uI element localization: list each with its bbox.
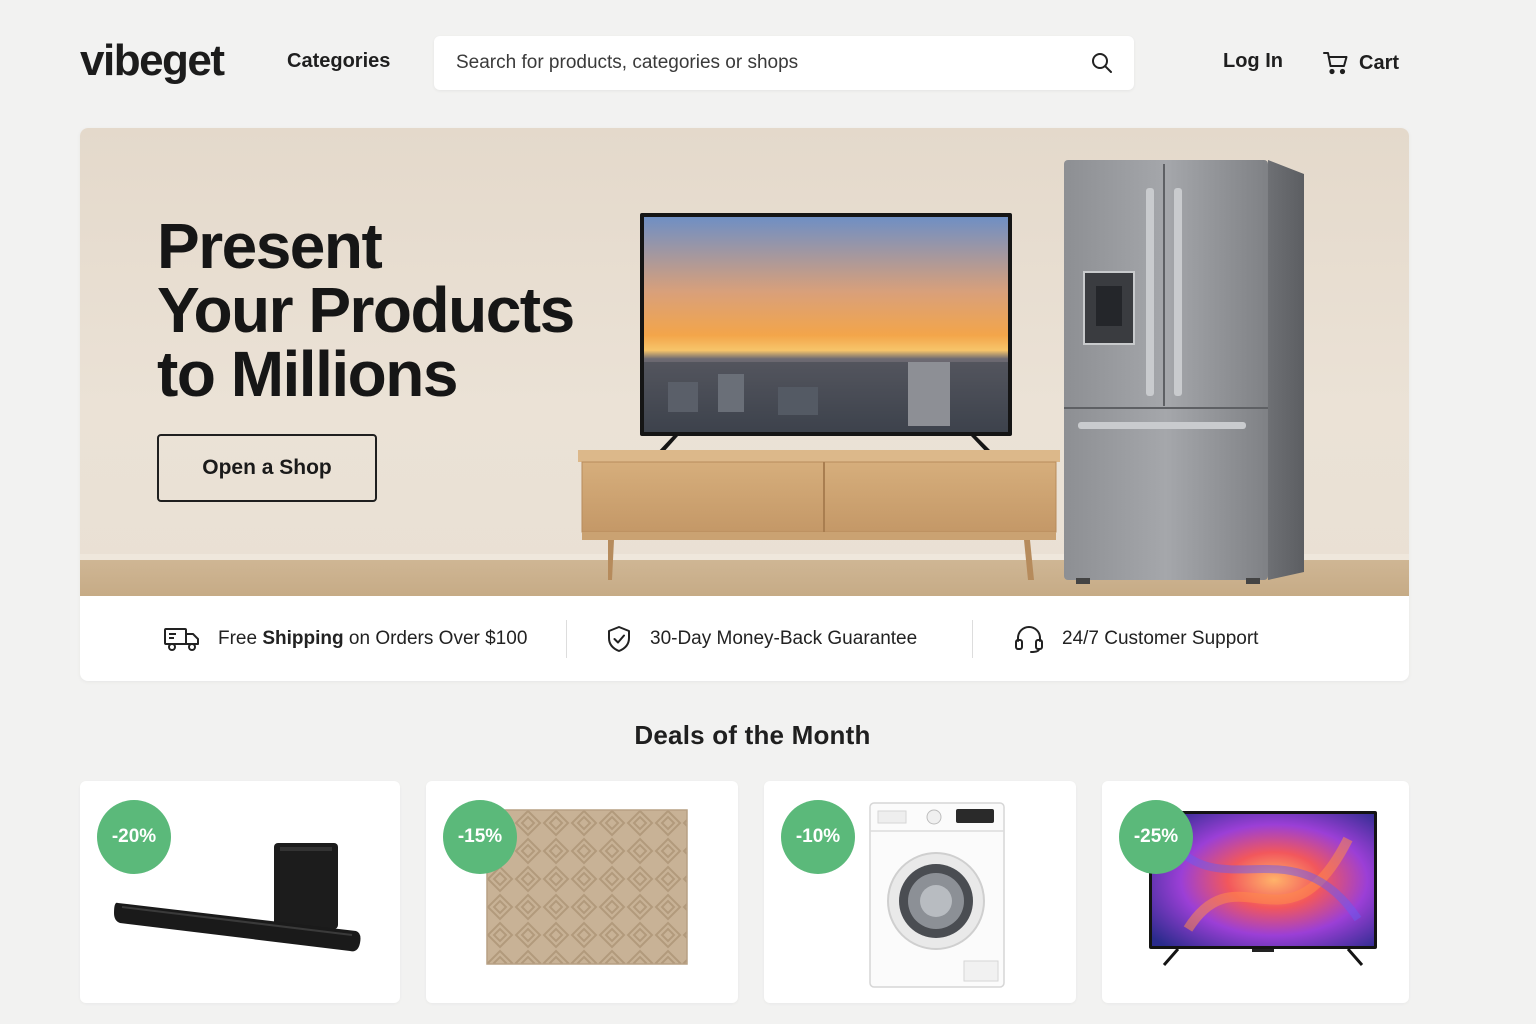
washing-machine-icon: [869, 802, 1005, 988]
search-input[interactable]: [456, 36, 1076, 90]
hero-title-line: Present: [157, 210, 383, 282]
perk-divider: [972, 620, 973, 658]
logo[interactable]: vibeget: [80, 36, 225, 86]
hero-section: Present Your Products to Millions Open a…: [80, 128, 1409, 681]
perks-strip: Free Shipping on Orders Over $100 30-Day…: [80, 596, 1409, 681]
discount-badge: -20%: [97, 800, 171, 874]
deals-title: Deals of the Month: [634, 720, 871, 750]
deal-card[interactable]: -20%: [80, 781, 400, 1003]
discount-badge: -25%: [1119, 800, 1193, 874]
cart-icon: [1323, 52, 1348, 75]
hero-banner: Present Your Products to Millions Open a…: [80, 128, 1409, 596]
perk-shipping-text: Free Shipping on Orders Over $100: [218, 627, 528, 649]
perk-support: 24/7 Customer Support: [1014, 596, 1258, 681]
hero-title-line: Your Products: [157, 274, 575, 346]
perk-support-text: 24/7 Customer Support: [1062, 627, 1259, 649]
discount-badge: -15%: [443, 800, 517, 874]
perk-guarantee-text: 30-Day Money-Back Guarantee: [650, 627, 918, 649]
categories-link[interactable]: Categories: [287, 50, 390, 73]
deal-card[interactable]: -25%: [1102, 781, 1409, 1003]
perk-divider: [566, 620, 567, 658]
search-icon[interactable]: [1090, 51, 1114, 75]
deal-card[interactable]: -10%: [764, 781, 1076, 1003]
cart-link[interactable]: Cart: [1323, 48, 1399, 78]
hero-title: Present Your Products to Millions: [157, 210, 575, 410]
tv-console-illustration: [578, 213, 1060, 580]
perk-guarantee: 30-Day Money-Back Guarantee: [606, 596, 917, 681]
open-shop-button[interactable]: Open a Shop: [157, 434, 377, 502]
discount-badge: -10%: [781, 800, 855, 874]
perk-shipping: Free Shipping on Orders Over $100: [164, 596, 527, 681]
truck-icon: [164, 627, 199, 651]
hero-title-line: to Millions: [157, 338, 458, 410]
deal-card[interactable]: -15%: [426, 781, 738, 1003]
cart-label: Cart: [1359, 51, 1400, 74]
fridge-illustration: [1064, 160, 1304, 584]
login-link[interactable]: Log In: [1223, 50, 1283, 73]
shield-check-icon: [608, 625, 630, 652]
search-bar: [434, 36, 1134, 90]
headset-icon: [1015, 625, 1043, 653]
